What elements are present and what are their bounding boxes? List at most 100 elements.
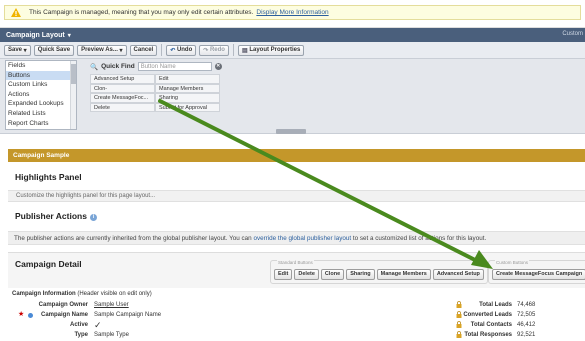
section-header-title: Campaign Information [12,291,76,297]
publisher-actions-label: Publisher Actions [15,211,87,221]
create-messagefocus-campaign-button[interactable]: Create MessageFocus Campaign [492,269,585,280]
publisher-text: The publisher actions are currently inhe… [14,235,252,242]
sharing-button[interactable]: Sharing [346,269,375,280]
palette-row: Create MessageFoc... Sharing [90,93,220,103]
field-label: Active [69,322,88,328]
field-value: Sample Type [94,332,129,338]
palette-button-sharing[interactable]: Sharing [155,93,220,103]
palette-button-clone[interactable]: Clon- [90,83,155,93]
publisher-text-end: to set a customized list of actions for … [352,235,487,242]
palette-category-actions[interactable]: Actions [6,90,76,100]
display-more-info-link[interactable]: Display More Information [256,9,328,16]
field-value: 72,505 [517,312,536,318]
checkmark-icon: ✓ [94,320,102,330]
toolbar-divider [232,44,234,56]
field-label: Type [74,332,88,338]
undo-label: Undo [176,47,193,53]
lock-icon [456,311,462,318]
lock-icon [456,331,462,338]
palette-button-manage-members[interactable]: Manage Members [155,83,220,93]
chevron-down-icon[interactable]: ▾ [68,32,71,39]
custom-buttons-group: Custom Buttons Create MessageFocus Campa… [488,260,585,284]
layout-title[interactable]: Campaign Layout [6,32,65,39]
palette-button-delete[interactable]: Delete [90,102,155,112]
palette-category-fields[interactable]: Fields [6,61,76,71]
banner-text: This Campaign is managed, meaning that y… [29,9,254,16]
field-label: Campaign Name [40,312,88,318]
section-header-hint: (Header visible on edit only) [77,291,152,297]
field-label: Campaign Owner [38,302,88,308]
field-value: 74,468 [517,302,536,308]
palette: Fields Buttons Custom Links Actions Expa… [0,59,585,134]
redo-button[interactable]: ↷ Redo [199,44,229,56]
field-label: Total Leads [479,302,512,308]
field-value: 92,521 [517,332,536,338]
delete-button[interactable]: Delete [294,269,319,280]
layout-properties-button[interactable]: ▤ Layout Properties [237,44,305,56]
scrollbar-thumb[interactable] [71,64,76,84]
standard-buttons-label: Standard Buttons [277,260,314,265]
lock-icon [456,321,462,328]
clear-search-icon[interactable]: ✕ [214,63,222,70]
palette-scrollbar[interactable] [70,61,76,129]
palette-category-expanded-lookups[interactable]: Expanded Lookups [6,99,76,109]
palette-row: Advanced Setup Edit [90,74,220,84]
field-value: 46,412 [517,322,536,328]
standard-buttons-group: Standard Buttons Edit Delete Clone Shari… [270,260,488,284]
manage-members-button[interactable]: Manage Members [376,269,431,280]
section-header: Campaign Information (Header visible on … [12,291,152,297]
clone-button[interactable]: Clone [320,269,345,280]
undo-icon: ↶ [170,47,176,54]
palette-category-related-lists[interactable]: Related Lists [6,109,76,119]
cancel-button[interactable]: Cancel [129,44,158,56]
palette-resize-handle[interactable] [276,129,306,134]
quick-save-button[interactable]: Quick Save [33,44,75,56]
field-value: Sample User [94,302,129,308]
info-banner: This Campaign is managed, meaning that y… [0,0,585,28]
palette-button-create-messagefocus[interactable]: Create MessageFoc... [90,93,155,103]
warning-icon [11,8,21,17]
highlights-panel-hint[interactable]: Customize the highlights panel for this … [8,190,585,202]
field-marker-icon [28,313,33,318]
undo-button[interactable]: ↶ Undo [166,44,197,56]
palette-category-list: Fields Buttons Custom Links Actions Expa… [5,60,77,130]
layout-header: Campaign Layout ▾ Custom [0,28,585,42]
toolbar-divider [161,44,163,56]
field-row[interactable]: Type Sample Type Total Responses 92,521 [8,330,585,340]
save-label: Save [8,47,23,53]
toolbar: Save ▾ Quick Save Preview As... ▾ Cancel… [0,42,585,59]
custom-buttons-label: Custom Buttons [495,260,530,265]
campaign-detail-title: Campaign Detail [15,259,82,269]
redo-icon: ↷ [203,47,209,54]
palette-category-buttons[interactable]: Buttons [6,70,76,81]
help-icon[interactable]: i [89,214,97,221]
field-label: Total Contacts [470,322,512,328]
layout-properties-label: Layout Properties [249,47,301,53]
properties-icon: ▤ [241,47,248,54]
standard-buttons: Edit Delete Clone Sharing Manage Members… [274,269,484,280]
campaign-detail-area: Campaign Detail Standard Buttons Edit De… [8,252,585,288]
advanced-setup-button[interactable]: Advanced Setup [432,269,484,280]
quick-find-input[interactable]: Button Name [137,62,212,71]
override-global-publisher-link[interactable]: override the global publisher layout [253,235,351,242]
field-row[interactable]: Campaign Owner Sample User Total Leads 7… [8,300,585,310]
palette-button-advanced-setup[interactable]: Advanced Setup [90,74,155,84]
preview-as-button[interactable]: Preview As... ▾ [77,44,127,56]
highlights-panel-title: Highlights Panel [15,172,82,182]
save-button[interactable]: Save ▾ [4,44,31,56]
header-right-text: Custom [562,31,583,37]
preview-as-label: Preview As... [81,47,118,53]
field-value: Sample Campaign Name [94,312,162,318]
palette-button-submit-for-approval[interactable]: Submit for Approval [155,102,220,112]
field-label: Total Responses [464,332,512,338]
field-row[interactable]: ★ Campaign Name Sample Campaign Name Con… [8,310,585,320]
palette-category-custom-links[interactable]: Custom Links [6,80,76,90]
banner-box: This Campaign is managed, meaning that y… [4,5,581,20]
redo-label: Redo [209,47,225,53]
field-label: Converted Leads [463,312,512,318]
palette-button-edit[interactable]: Edit [155,74,220,84]
palette-category-report-charts[interactable]: Report Charts [6,119,76,129]
section-band: Campaign Sample [8,149,585,162]
edit-button[interactable]: Edit [274,269,293,280]
field-row[interactable]: Active ✓ Total Contacts 46,412 [8,320,585,330]
